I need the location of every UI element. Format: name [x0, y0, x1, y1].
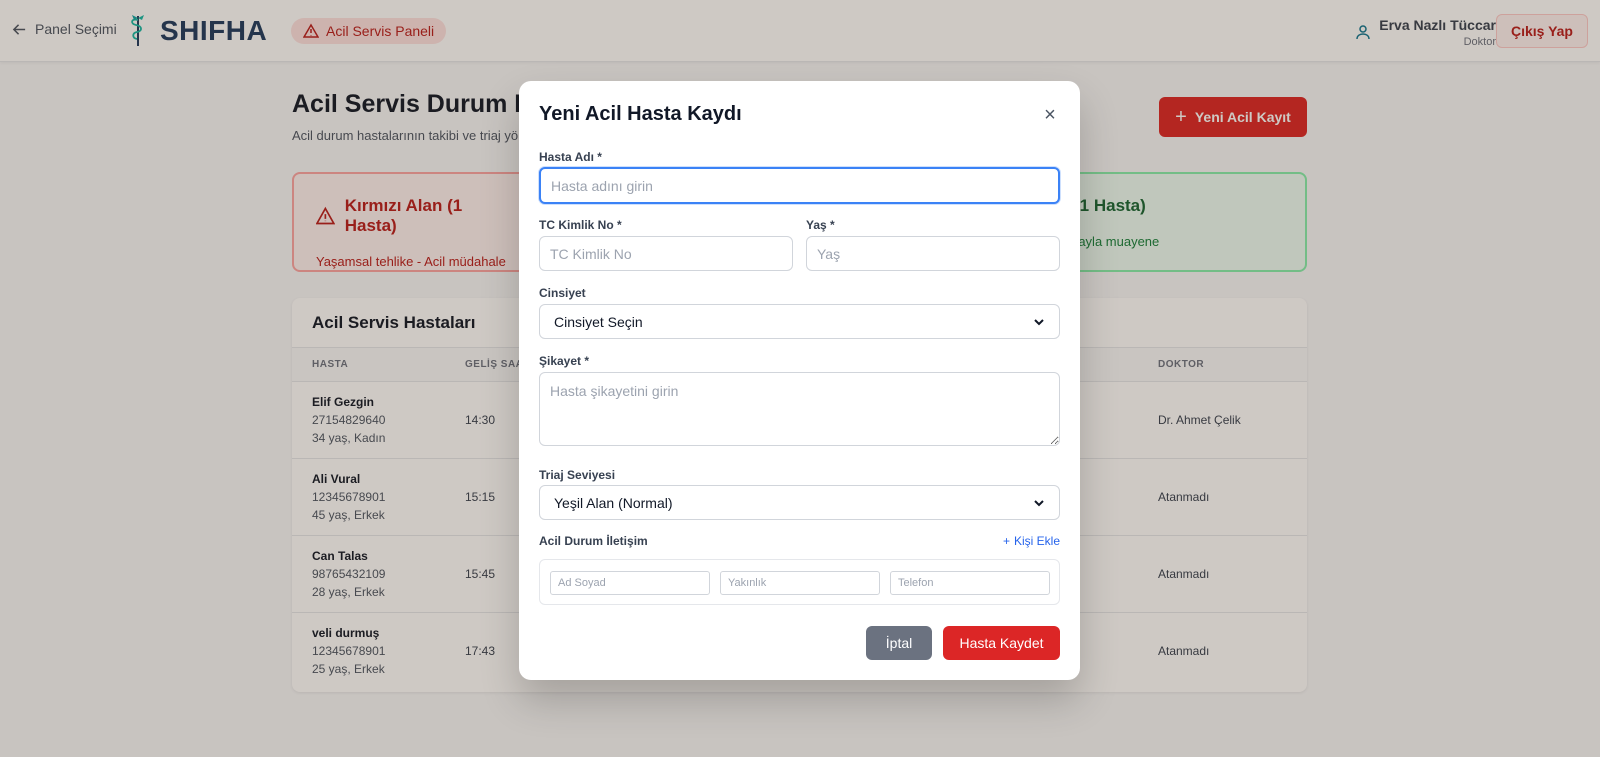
cancel-button[interactable]: İptal	[866, 626, 932, 660]
triage-select-value: Yeşil Alan (Normal)	[554, 494, 673, 511]
add-contact-label: Kişi Ekle	[1013, 534, 1060, 548]
tc-label: TC Kimlik No *	[539, 218, 622, 232]
contact-phone-input[interactable]	[890, 571, 1050, 595]
modal-title: Yeni Acil Hasta Kaydı	[539, 103, 742, 125]
chevron-down-icon	[1034, 318, 1044, 325]
add-contact-button[interactable]: + Kişi Ekle	[1003, 534, 1060, 548]
gender-label: Cinsiyet	[539, 286, 586, 300]
complaint-textarea[interactable]	[539, 372, 1060, 446]
triage-label: Triaj Seviyesi	[539, 468, 616, 482]
age-input[interactable]	[806, 236, 1060, 271]
save-patient-button[interactable]: Hasta Kaydet	[943, 626, 1060, 660]
contact-row	[539, 559, 1060, 605]
new-patient-modal: Yeni Acil Hasta Kaydı × Hasta Adı * TC K…	[519, 81, 1080, 680]
contact-name-input[interactable]	[550, 571, 710, 595]
chevron-down-icon	[1034, 499, 1044, 506]
complaint-label: Şikayet *	[539, 354, 590, 368]
contact-relation-input[interactable]	[720, 571, 880, 595]
patient-name-input[interactable]	[539, 167, 1060, 204]
emergency-contact-label: Acil Durum İletişim	[539, 534, 648, 548]
patient-name-label: Hasta Adı *	[539, 150, 602, 164]
close-icon[interactable]: ×	[1040, 104, 1060, 126]
plus-icon: +	[1002, 534, 1010, 548]
triage-select[interactable]: Yeşil Alan (Normal)	[539, 485, 1060, 520]
gender-select[interactable]: Cinsiyet Seçin	[539, 304, 1060, 339]
gender-select-value: Cinsiyet Seçin	[554, 313, 643, 330]
tc-input[interactable]	[539, 236, 793, 271]
age-label: Yaş *	[806, 218, 835, 232]
